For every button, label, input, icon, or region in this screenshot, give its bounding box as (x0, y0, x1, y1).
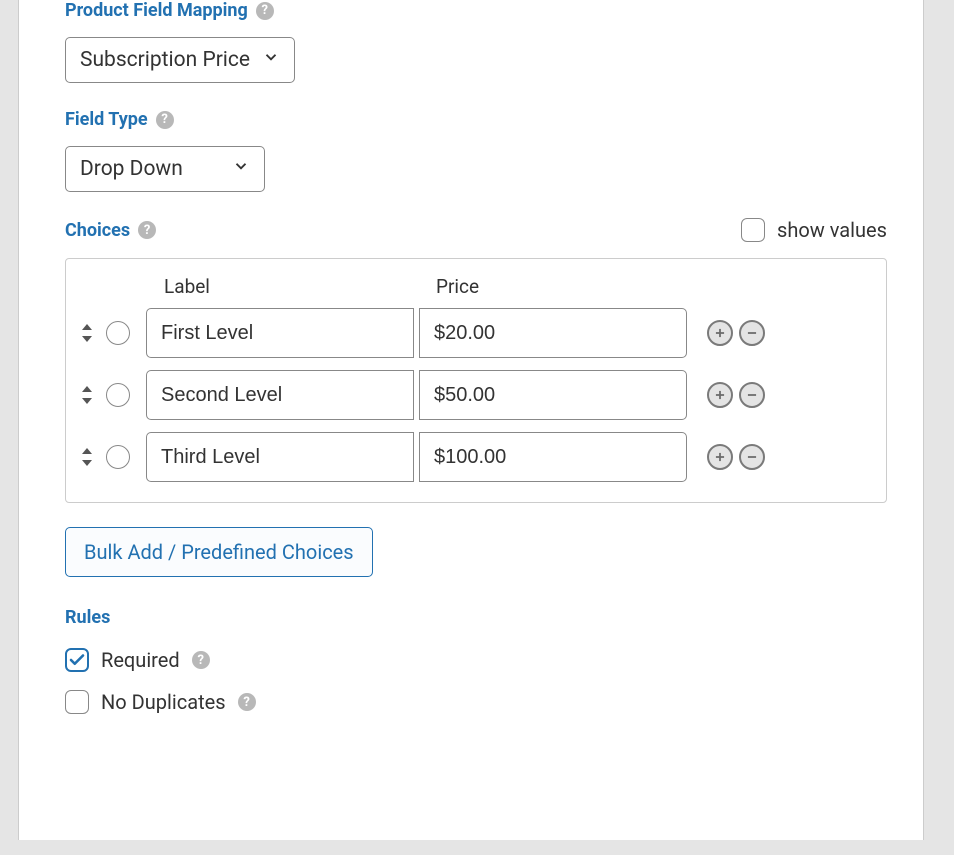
rule-no-duplicates: No Duplicates ? (65, 690, 887, 714)
field-type-select[interactable]: Drop Down (65, 146, 265, 192)
choices-table-header: Label Price (78, 275, 874, 298)
bulk-add-button[interactable]: Bulk Add / Predefined Choices (65, 527, 373, 577)
no-duplicates-label: No Duplicates (101, 690, 226, 714)
show-values-checkbox[interactable] (741, 218, 765, 242)
rules-label: Rules (65, 607, 887, 628)
add-choice-button[interactable] (707, 320, 733, 346)
remove-choice-button[interactable] (739, 382, 765, 408)
chevron-down-icon (232, 157, 250, 181)
drag-handle-icon[interactable] (78, 386, 96, 404)
choice-label-input[interactable] (146, 308, 414, 358)
product-field-mapping-select[interactable]: Subscription Price (65, 37, 295, 83)
remove-choice-button[interactable] (739, 320, 765, 346)
column-header-label: Label (164, 275, 436, 298)
choice-label-input[interactable] (146, 370, 414, 420)
select-value: Drop Down (80, 157, 183, 181)
section-title: Rules (65, 607, 110, 628)
section-title: Choices (65, 220, 130, 241)
bulk-add-label: Bulk Add / Predefined Choices (84, 540, 354, 564)
choice-row (78, 432, 874, 482)
help-icon[interactable]: ? (256, 2, 274, 20)
help-icon[interactable]: ? (238, 693, 256, 711)
section-title: Product Field Mapping (65, 0, 248, 21)
help-icon[interactable]: ? (156, 111, 174, 129)
required-checkbox[interactable] (65, 648, 89, 672)
product-field-mapping-label: Product Field Mapping ? (65, 0, 887, 21)
default-choice-radio[interactable] (106, 321, 130, 345)
choices-label: Choices ? (65, 220, 156, 241)
no-duplicates-checkbox[interactable] (65, 690, 89, 714)
add-choice-button[interactable] (707, 382, 733, 408)
choice-row (78, 370, 874, 420)
add-choice-button[interactable] (707, 444, 733, 470)
choice-label-input[interactable] (146, 432, 414, 482)
show-values-toggle: show values (741, 218, 887, 242)
choice-price-input[interactable] (419, 370, 687, 420)
help-icon[interactable]: ? (192, 651, 210, 669)
drag-handle-icon[interactable] (78, 324, 96, 342)
field-type-label: Field Type ? (65, 109, 887, 130)
column-header-price: Price (436, 275, 706, 298)
select-value: Subscription Price (80, 48, 250, 72)
chevron-down-icon (262, 48, 280, 72)
default-choice-radio[interactable] (106, 383, 130, 407)
choice-row (78, 308, 874, 358)
help-icon[interactable]: ? (138, 221, 156, 239)
choice-price-input[interactable] (419, 308, 687, 358)
default-choice-radio[interactable] (106, 445, 130, 469)
choices-table: Label Price (65, 258, 887, 503)
remove-choice-button[interactable] (739, 444, 765, 470)
field-settings-panel: Product Field Mapping ? Subscription Pri… (18, 0, 924, 840)
required-label: Required (101, 648, 180, 672)
choice-price-input[interactable] (419, 432, 687, 482)
section-title: Field Type (65, 109, 148, 130)
rule-required: Required ? (65, 648, 887, 672)
drag-handle-icon[interactable] (78, 448, 96, 466)
show-values-label: show values (777, 218, 887, 242)
